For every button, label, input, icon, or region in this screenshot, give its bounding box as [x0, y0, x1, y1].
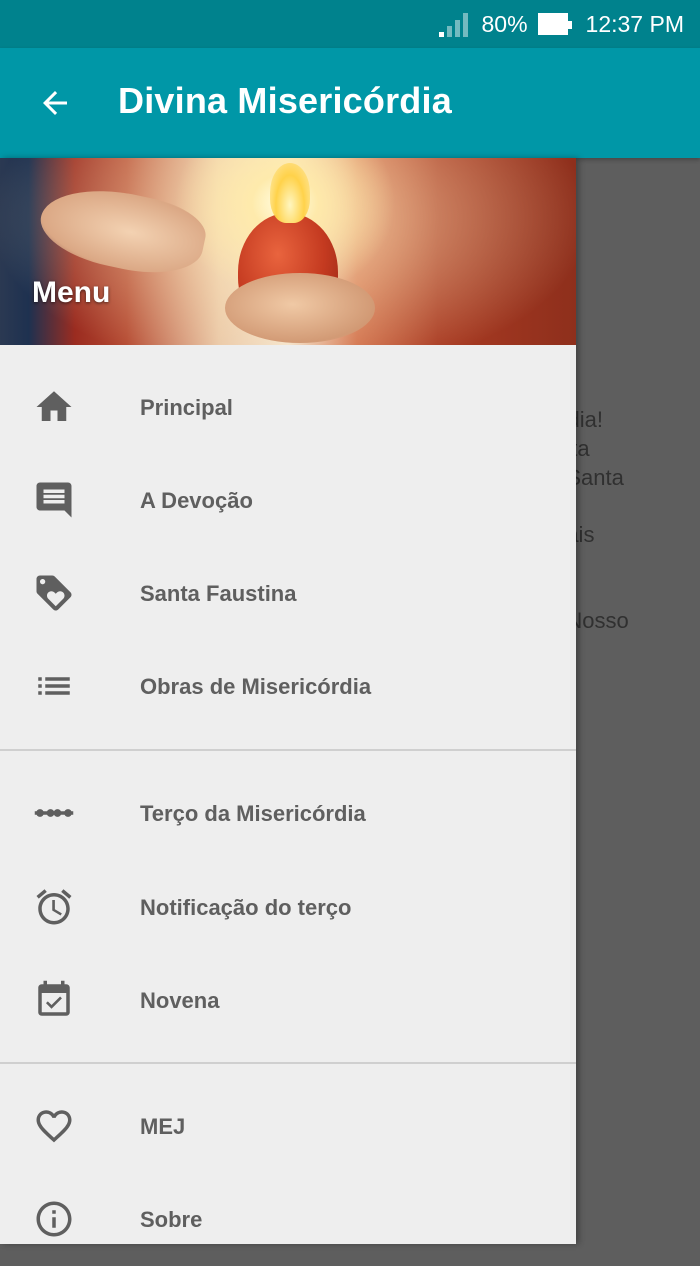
menu-item-label: Terço da Misericórdia	[140, 801, 366, 826]
menu-item-mej[interactable]: MEJ	[0, 1080, 576, 1173]
menu-item-label: Santa Faustina	[140, 581, 297, 606]
menu-item-label: Obras de Misericórdia	[140, 674, 372, 699]
menu-item-principal[interactable]: Principal	[0, 361, 576, 454]
menu-item-notificacao-do-terco[interactable]: Notificação do terço	[0, 861, 576, 954]
heart-icon	[32, 1104, 76, 1148]
drawer-header-label: Menu	[32, 276, 111, 309]
flame-image	[270, 163, 310, 223]
list-icon	[32, 664, 76, 708]
menu-item-obras-de-misericordia[interactable]: Obras de Misericórdia	[0, 640, 576, 733]
menu-item-santa-faustina[interactable]: Santa Faustina	[0, 547, 576, 640]
menu-item-a-devocao[interactable]: A Devoção	[0, 454, 576, 547]
calendar-check-icon	[32, 978, 76, 1022]
back-arrow-icon[interactable]	[28, 76, 82, 130]
tag-heart-icon	[32, 571, 76, 615]
drawer-header: Menu	[0, 158, 576, 345]
status-bar: 80% 12:37 PM	[0, 0, 700, 48]
info-icon	[32, 1197, 76, 1241]
section-divider	[0, 1062, 576, 1064]
menu-item-label: A Devoção	[140, 488, 253, 513]
home-icon	[32, 385, 76, 429]
section-divider	[0, 749, 576, 751]
menu-item-novena[interactable]: Novena	[0, 954, 576, 1047]
menu-item-label: Principal	[140, 395, 233, 420]
navigation-drawer: Menu Principal A Devoção Santa Faustina …	[0, 158, 576, 1244]
clock: 12:37 PM	[585, 10, 684, 37]
menu-item-label: Notificação do terço	[140, 895, 352, 920]
beads-icon	[32, 791, 76, 835]
menu-item-label: Sobre	[140, 1207, 203, 1232]
menu-item-label: MEJ	[140, 1114, 186, 1139]
signal-icon	[438, 11, 468, 37]
menu-item-terco-da-misericordia[interactable]: Terço da Misericórdia	[0, 767, 576, 860]
battery-percent: 80%	[481, 10, 528, 37]
comment-icon	[32, 478, 76, 522]
header-image-hand	[34, 176, 211, 285]
menu-item-label: Novena	[140, 988, 220, 1013]
app-bar: Divina Misericórdia	[0, 48, 700, 158]
menu-item-sobre[interactable]: Sobre	[0, 1173, 576, 1266]
app-title: Divina Misericórdia	[118, 80, 452, 121]
header-image-hand	[225, 273, 375, 343]
alarm-icon	[32, 885, 76, 929]
battery-icon	[537, 13, 572, 35]
